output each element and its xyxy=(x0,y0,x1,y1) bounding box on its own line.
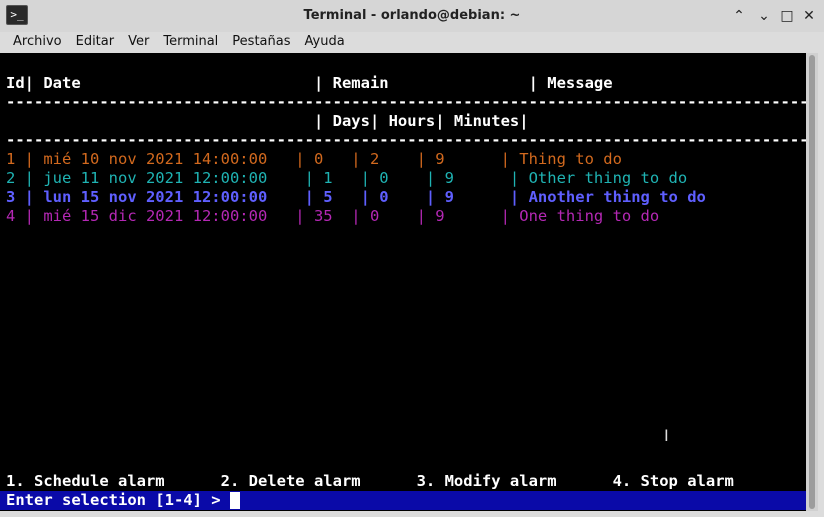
alarm-row-2: 2 | jue 11 nov 2021 12:00:00 | 1 | 0 | 9… xyxy=(6,169,688,187)
menu-bar: Archivo Editar Ver Terminal Pestañas Ayu… xyxy=(0,32,824,52)
menu-ver[interactable]: Ver xyxy=(121,32,156,52)
prompt-text: Enter selection [1-4] > xyxy=(6,491,230,509)
table-separator: ----------------------------------------… xyxy=(6,131,806,149)
menu-archivo[interactable]: Archivo xyxy=(0,32,69,52)
menu-ayuda[interactable]: Ayuda xyxy=(298,32,352,52)
close-button[interactable]: ✕ xyxy=(800,7,818,25)
prompt-line[interactable]: Enter selection [1-4] > xyxy=(6,491,240,510)
alarm-row-3: 3 | lun 15 nov 2021 12:00:00 | 5 | 0 | 9… xyxy=(6,188,706,206)
terminal-output[interactable]: Id| Date | Remain | Message ------------… xyxy=(0,53,806,511)
menu-editar[interactable]: Editar xyxy=(69,32,122,52)
restore-button[interactable]: ⌄ xyxy=(755,7,773,25)
table-subheader: | Days| Hours| Minutes| xyxy=(6,112,529,130)
prompt-bar[interactable]: Enter selection [1-4] > xyxy=(0,491,806,510)
alarm-row-1: 1 | mié 10 nov 2021 14:00:00 | 0 | 2 | 9… xyxy=(6,150,622,168)
menu-pestanas[interactable]: Pestañas xyxy=(225,32,297,52)
table-separator: ----------------------------------------… xyxy=(6,93,806,111)
table-header: Id| Date | Remain | Message xyxy=(6,74,613,92)
ibeam-cursor-icon: Ⅰ xyxy=(664,426,669,445)
window-bottom-border xyxy=(0,511,824,517)
window-title: Terminal - orlando@debian: ~ xyxy=(303,8,521,23)
alarm-row-4: 4 | mié 15 dic 2021 12:00:00 | 35 | 0 | … xyxy=(6,207,660,225)
terminal-window: >_ Terminal - orlando@debian: ~ ⌃ ⌄ □ ✕ … xyxy=(0,0,824,517)
maximize-button[interactable]: □ xyxy=(778,7,796,25)
scrollbar-thumb[interactable] xyxy=(809,55,815,509)
minimize-button[interactable]: ⌃ xyxy=(730,7,748,25)
text-cursor xyxy=(229,492,240,509)
menu-terminal[interactable]: Terminal xyxy=(156,32,225,52)
menu-options: 1. Schedule alarm 2. Delete alarm 3. Mod… xyxy=(6,472,734,490)
title-bar[interactable]: >_ Terminal - orlando@debian: ~ ⌃ ⌄ □ ✕ xyxy=(0,0,824,32)
scrollbar[interactable] xyxy=(806,53,818,511)
